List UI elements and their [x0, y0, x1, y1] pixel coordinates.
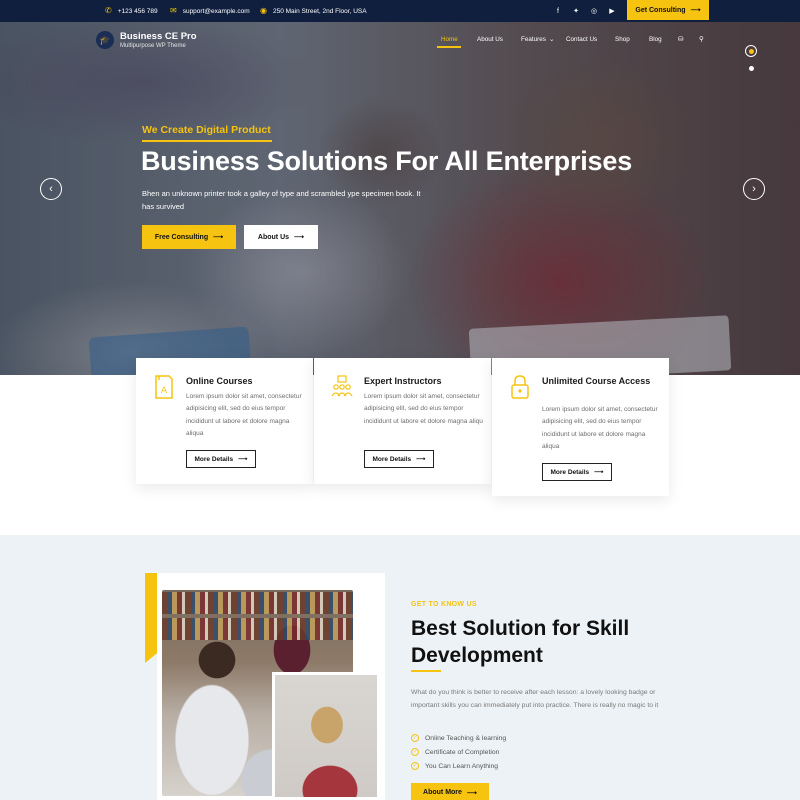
- feature-card-expert-instructors: Expert Instructors Lorem ipsum dolor sit…: [314, 358, 491, 484]
- next-slide-button[interactable]: ›: [743, 178, 765, 200]
- hero-kicker-underline: [142, 140, 272, 142]
- arrow-right-icon: ⟶: [238, 456, 248, 463]
- bookshelf-detail: [162, 592, 353, 614]
- nav-home[interactable]: Home: [441, 36, 458, 43]
- hero-title: Business Solutions For All Enterprises: [141, 146, 633, 176]
- cart-icon[interactable]: ⛁: [678, 36, 683, 43]
- about-more-button[interactable]: About More ⟶: [411, 783, 489, 800]
- arrow-right-icon: ⟶: [213, 234, 224, 241]
- more-details-label: More Details: [194, 455, 234, 463]
- list-item: ✓ Certificate of Completion: [411, 745, 506, 759]
- list-item: ✓ Online Teaching & learning: [411, 731, 506, 745]
- feature-title: Online Courses: [186, 376, 253, 386]
- phone-contact[interactable]: ✆ +123 456 789: [105, 0, 158, 22]
- graduation-cap-icon: 🎓: [96, 31, 114, 49]
- top-bar: ✆ +123 456 789 ✉ support@example.com ◉ 2…: [0, 0, 800, 22]
- svg-text:A: A: [161, 386, 168, 396]
- prev-slide-button[interactable]: ‹: [40, 178, 62, 200]
- free-consulting-label: Free Consulting: [154, 233, 209, 241]
- chevron-left-icon: ‹: [49, 183, 53, 195]
- nav-blog[interactable]: Blog: [649, 36, 662, 43]
- feature-checklist: ✓ Online Teaching & learning ✓ Certifica…: [411, 731, 506, 773]
- arrow-right-icon: ⟶: [594, 469, 604, 476]
- chevron-down-icon: ⌄: [549, 36, 555, 43]
- brand-tagline: Multipurpose WP Theme: [120, 43, 186, 49]
- check-circle-icon: ✓: [411, 734, 419, 742]
- about-title-underline: [411, 670, 441, 672]
- feature-text: Lorem ipsum dolor sit amet, consectetur …: [364, 393, 483, 425]
- slide-dot-2[interactable]: [748, 66, 754, 71]
- instagram-icon[interactable]: ◎: [585, 7, 603, 15]
- book-icon: A: [155, 375, 173, 399]
- arrow-right-icon: ⟶: [294, 234, 305, 241]
- brand-name: Business CE Pro: [120, 31, 197, 42]
- checklist-text: Certificate of Completion: [425, 748, 500, 756]
- nav-shop[interactable]: Shop: [615, 36, 630, 43]
- slide-dot-1[interactable]: [745, 45, 757, 57]
- about-us-label: About Us: [257, 233, 290, 241]
- about-more-label: About More: [423, 789, 462, 796]
- email-contact[interactable]: ✉ support@example.com: [170, 0, 250, 22]
- more-details-button[interactable]: More Details ⟶: [364, 450, 434, 468]
- free-consulting-button[interactable]: Free Consulting ⟶: [142, 225, 236, 249]
- about-kicker: GET TO KNOW US: [411, 601, 477, 608]
- email-text: support@example.com: [182, 7, 250, 15]
- instructors-icon: [331, 375, 353, 397]
- check-circle-icon: ✓: [411, 762, 419, 770]
- list-item: ✓ You Can Learn Anything: [411, 759, 506, 773]
- get-consulting-label: Get Consulting: [635, 6, 686, 14]
- student-writing-photo: [272, 672, 380, 800]
- nav-active-indicator: [437, 46, 461, 48]
- social-links: f ✦ ◎ ▶: [549, 0, 621, 22]
- more-details-label: More Details: [372, 455, 412, 463]
- search-icon[interactable]: ⚲: [699, 36, 704, 43]
- arrow-right-icon: ⟶: [466, 789, 477, 797]
- check-circle-icon: ✓: [411, 748, 419, 756]
- nav-about-us[interactable]: About Us: [477, 36, 503, 43]
- lock-icon: [511, 375, 529, 399]
- bookshelf-detail: [162, 618, 353, 640]
- get-consulting-button[interactable]: Get Consulting ⟶: [627, 0, 709, 20]
- site-logo[interactable]: 🎓 Business CE Pro Multipurpose WP Theme: [96, 31, 197, 49]
- about-title: Best Solution for Skill Development: [411, 617, 630, 667]
- feature-card-online-courses: A Online Courses Lorem ipsum dolor sit a…: [136, 358, 313, 484]
- about-description: What do you think is better to receive a…: [411, 689, 659, 709]
- youtube-icon[interactable]: ▶: [603, 7, 621, 15]
- more-details-label: More Details: [550, 468, 590, 476]
- phone-icon: ✆: [105, 6, 112, 15]
- envelope-icon: ✉: [170, 6, 177, 15]
- feature-card-unlimited-access: Unlimited Course Access Lorem ipsum dolo…: [492, 358, 669, 496]
- checklist-text: Online Teaching & learning: [425, 734, 507, 742]
- more-details-button[interactable]: More Details ⟶: [186, 450, 256, 468]
- nav-contact-us[interactable]: Contact Us: [566, 36, 597, 43]
- hero-description: Bhen an unknown printer took a galley of…: [142, 189, 421, 211]
- nav-features[interactable]: Features: [521, 36, 546, 43]
- phone-text: +123 456 789: [117, 7, 158, 15]
- arrow-right-icon: ⟶: [416, 456, 426, 463]
- address-contact: ◉ 250 Main Street, 2nd Floor, USA: [260, 0, 367, 22]
- address-text: 250 Main Street, 2nd Floor, USA: [272, 7, 367, 15]
- arrow-right-icon: ⟶: [690, 7, 701, 14]
- about-us-button[interactable]: About Us ⟶: [244, 225, 318, 249]
- hero-kicker: We Create Digital Product: [142, 124, 271, 136]
- facebook-icon[interactable]: f: [549, 8, 567, 15]
- checklist-text: You Can Learn Anything: [425, 762, 499, 770]
- feature-title: Expert Instructors: [364, 376, 442, 386]
- feature-title: Unlimited Course Access: [542, 376, 651, 386]
- feature-text: Lorem ipsum dolor sit amet, consectetur …: [186, 393, 302, 438]
- feature-text: Lorem ipsum dolor sit amet, consectetur …: [542, 406, 658, 451]
- twitter-icon[interactable]: ✦: [567, 7, 585, 15]
- map-pin-icon: ◉: [260, 6, 267, 15]
- chevron-right-icon: ›: [752, 183, 756, 195]
- more-details-button[interactable]: More Details ⟶: [542, 463, 612, 481]
